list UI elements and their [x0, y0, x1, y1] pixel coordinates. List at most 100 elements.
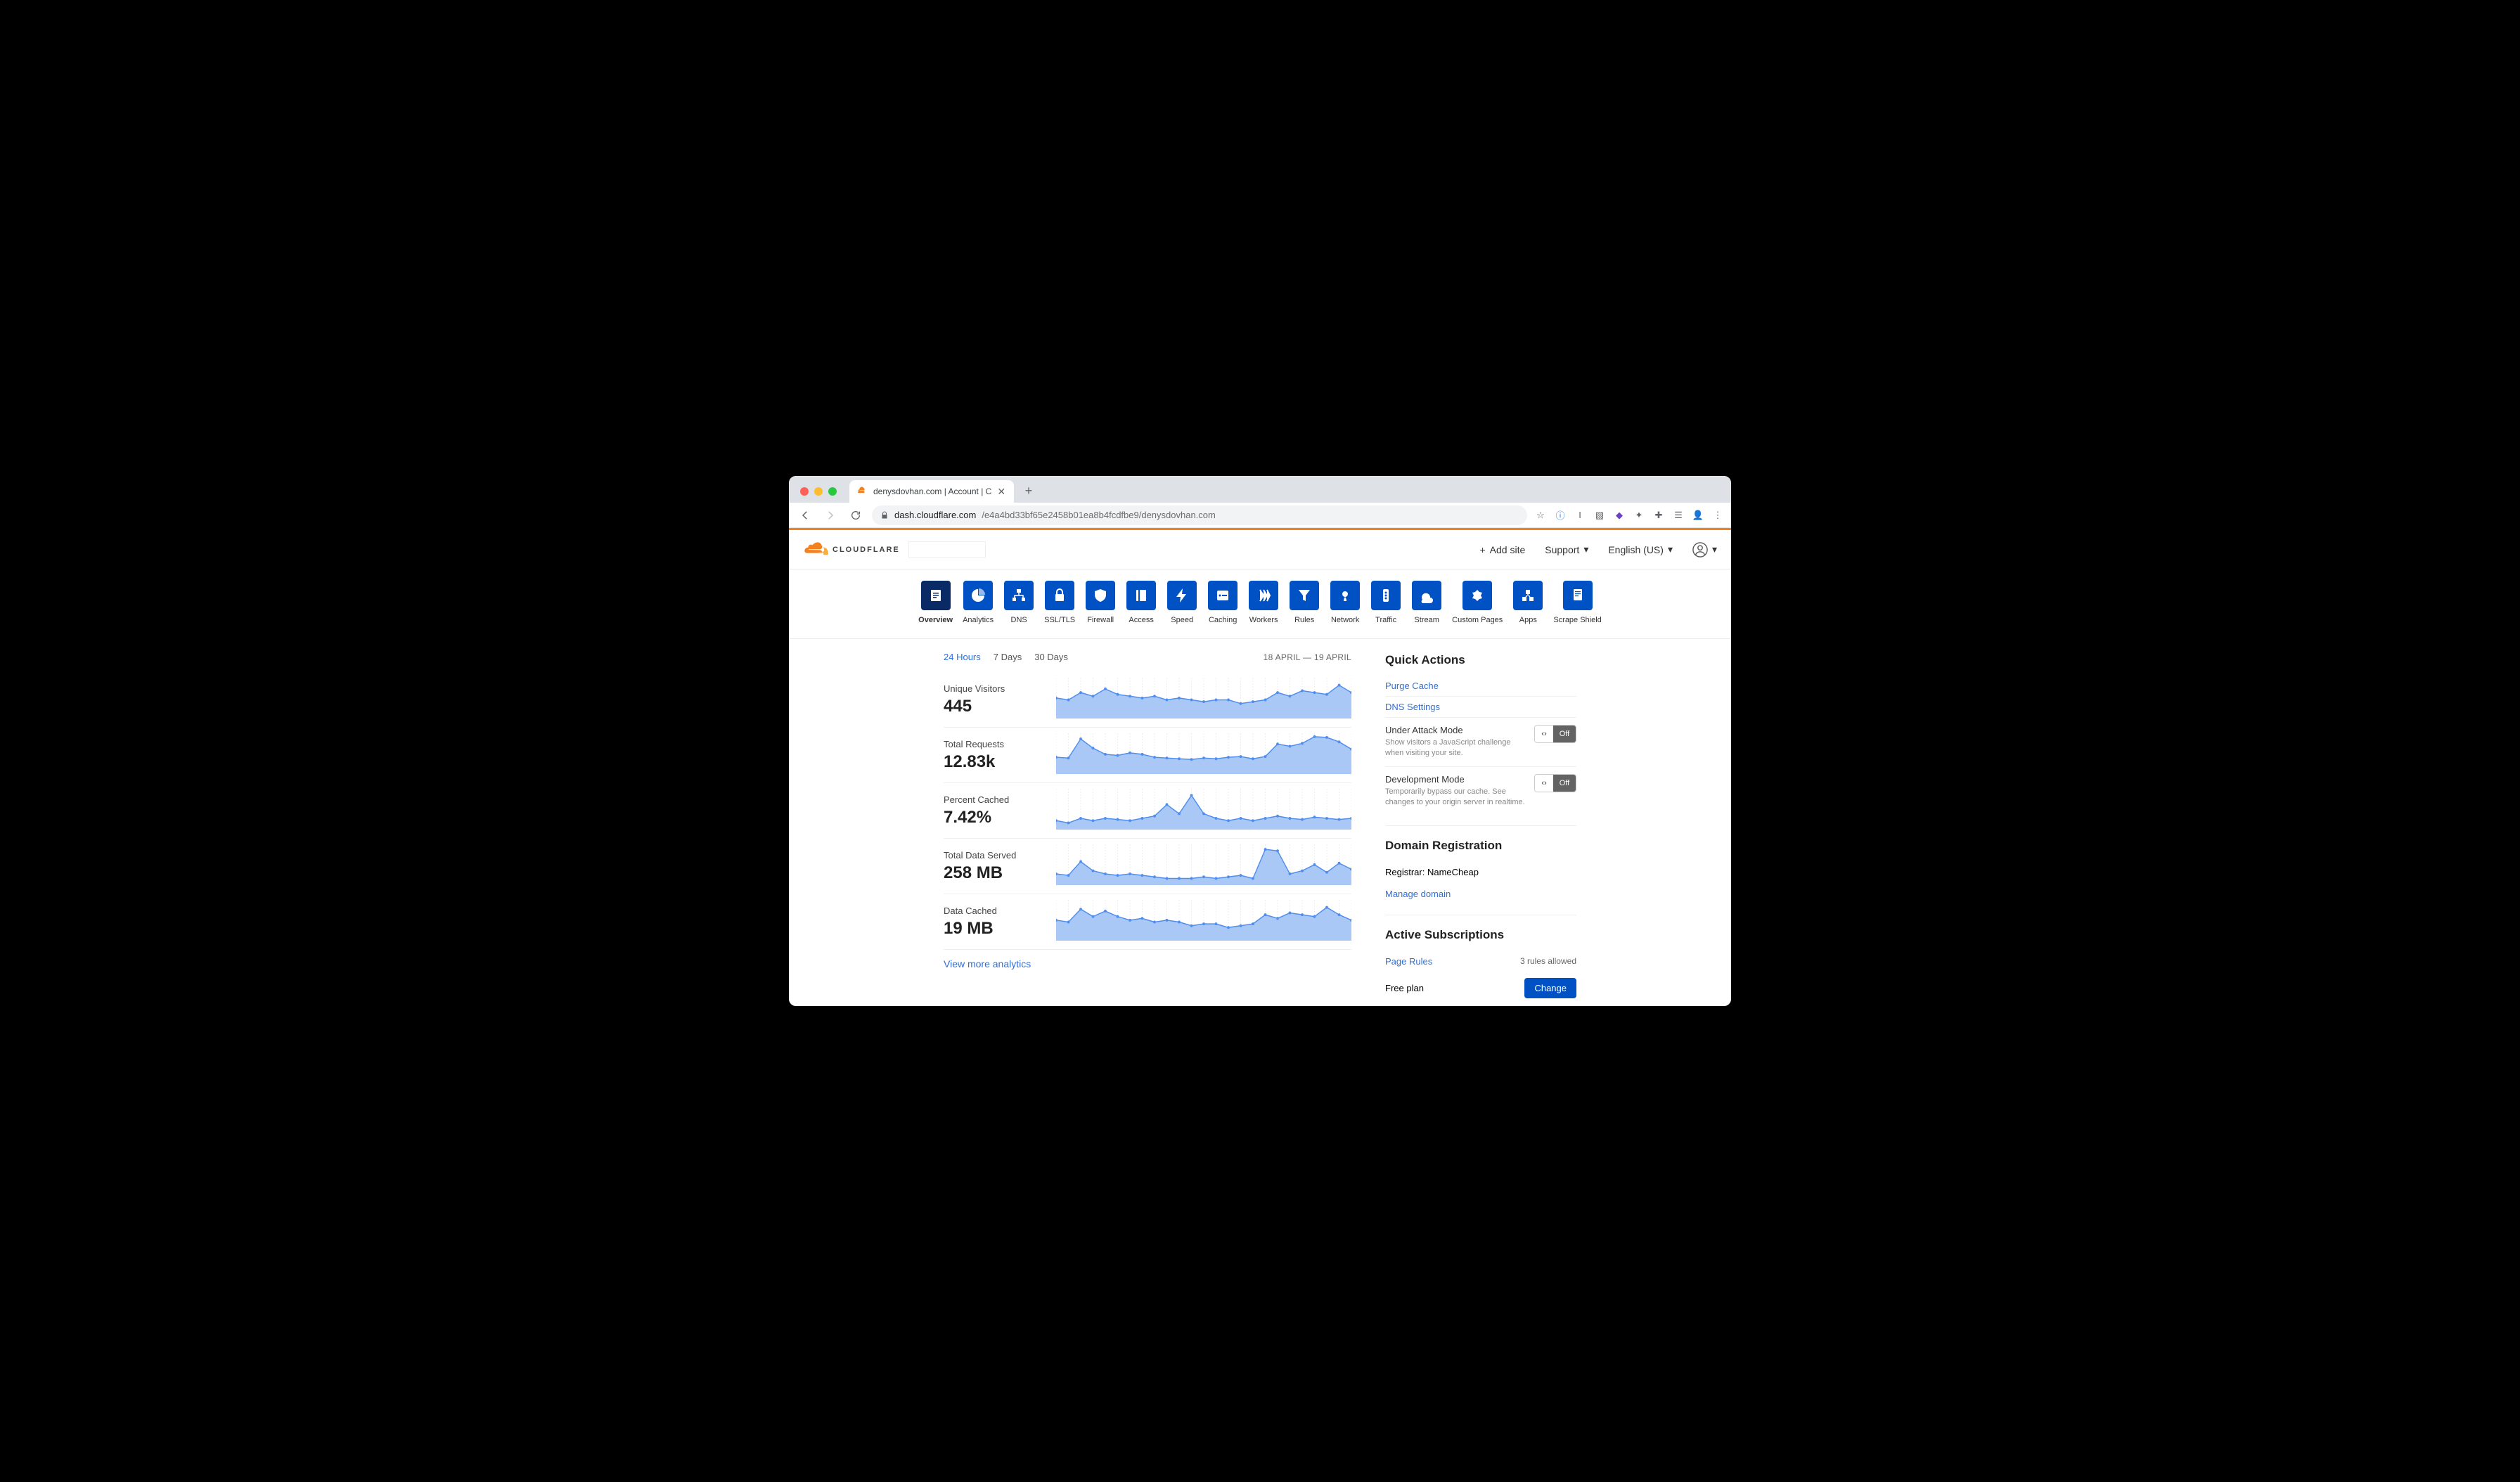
profile-avatar-icon[interactable]: 👤: [1692, 509, 1704, 522]
stat-value: 258 MB: [944, 863, 1049, 883]
ext-notion-icon[interactable]: ▧: [1593, 509, 1606, 522]
nav-tab-scrape-shield[interactable]: Scrape Shield: [1553, 581, 1602, 624]
extension-icons: ☆ ⓘ I ▧ ◆ ✦ ✚ ☰ 👤 ⋮: [1534, 509, 1724, 522]
nav-tab-speed[interactable]: Speed: [1166, 581, 1197, 624]
cloudflare-logo[interactable]: CLOUDFLARE: [803, 541, 900, 558]
nav-label: Analytics: [963, 616, 994, 624]
dev-mode-toggle[interactable]: ‹› Off: [1534, 774, 1576, 792]
close-tab-icon[interactable]: ✕: [997, 486, 1005, 498]
address-bar[interactable]: dash.cloudflare.com/e4a4bd33bf65e2458b01…: [872, 505, 1527, 525]
nav-label: Apps: [1519, 616, 1537, 624]
url-path: /e4a4bd33bf65e2458b01ea8b4fcdfbe9/denysd…: [982, 510, 1216, 520]
toggle-expand-icon: ‹›: [1535, 726, 1553, 742]
back-button[interactable]: [796, 506, 814, 524]
tab-title: denysdovhan.com | Account | C: [873, 487, 991, 496]
analytics-icon: [963, 581, 993, 610]
reading-list-icon[interactable]: ☰: [1672, 509, 1685, 522]
nav-label: Firewall: [1087, 616, 1114, 624]
stat-value: 445: [944, 697, 1049, 716]
site-selector[interactable]: [908, 541, 986, 558]
stat-value: 12.83k: [944, 752, 1049, 772]
language-menu[interactable]: English (US)▾: [1608, 543, 1673, 555]
dns-settings-link[interactable]: DNS Settings: [1385, 697, 1576, 718]
nav-label: Caching: [1209, 616, 1237, 624]
stat-label: Data Cached: [944, 906, 1049, 916]
extensions-puzzle-icon[interactable]: ✚: [1652, 509, 1665, 522]
sparkline-chart: [1056, 678, 1351, 719]
stat-label: Total Data Served: [944, 850, 1049, 861]
content-scroll[interactable]: 24 Hours 7 Days 30 Days 18 APRIL — 19 AP…: [789, 639, 1731, 1006]
nav-tab-stream[interactable]: Stream: [1411, 581, 1442, 624]
stat-label: Total Requests: [944, 739, 1049, 749]
sparkline-chart: [1056, 789, 1351, 830]
ext-purple-icon[interactable]: ◆: [1613, 509, 1626, 522]
nav-label: Overview: [918, 616, 953, 624]
rules-icon: [1290, 581, 1319, 610]
purge-cache-link[interactable]: Purge Cache: [1385, 676, 1576, 697]
new-tab-button[interactable]: +: [1018, 484, 1039, 503]
range-date-label: 18 APRIL — 19 APRIL: [1264, 652, 1351, 662]
manage-domain-link[interactable]: Manage domain: [1385, 889, 1451, 899]
nav-tab-network[interactable]: Network: [1330, 581, 1361, 624]
domain-registration-title: Domain Registration: [1385, 839, 1576, 853]
lock-icon: [880, 511, 889, 520]
nav-label: Rules: [1294, 616, 1314, 624]
browser-menu-icon[interactable]: ⋮: [1711, 509, 1724, 522]
apps-icon: [1513, 581, 1543, 610]
ext-tag-icon[interactable]: ✦: [1633, 509, 1645, 522]
page-rules-link[interactable]: Page Rules: [1385, 956, 1432, 967]
sparkline-chart: [1056, 733, 1351, 774]
account-menu[interactable]: ▾: [1692, 542, 1717, 558]
stat-value: 7.42%: [944, 808, 1049, 827]
chevron-down-icon: ▾: [1583, 543, 1588, 555]
nav-tab-overview[interactable]: Overview: [918, 581, 953, 624]
minimize-window-button[interactable]: [814, 487, 823, 496]
under-attack-toggle[interactable]: ‹› Off: [1534, 725, 1576, 743]
nav-tab-apps[interactable]: Apps: [1512, 581, 1543, 624]
nav-tab-custom-pages[interactable]: Custom Pages: [1452, 581, 1503, 624]
nav-tab-ssl[interactable]: SSL/TLS: [1044, 581, 1075, 624]
view-more-analytics-link[interactable]: View more analytics: [944, 958, 1351, 969]
nav-label: Scrape Shield: [1553, 616, 1602, 624]
under-attack-mode-row: Under Attack Mode Show visitors a JavaSc…: [1385, 718, 1576, 767]
range-7d[interactable]: 7 Days: [994, 652, 1022, 662]
chevron-down-icon: ▾: [1668, 543, 1673, 555]
range-30d[interactable]: 30 Days: [1034, 652, 1068, 662]
reload-button[interactable]: [847, 506, 865, 524]
ssl-icon: [1045, 581, 1074, 610]
browser-window: denysdovhan.com | Account | C ✕ + dash.c…: [789, 476, 1731, 1006]
nav-tab-dns[interactable]: DNS: [1003, 581, 1034, 624]
maximize-window-button[interactable]: [828, 487, 837, 496]
add-site-button[interactable]: +Add site: [1479, 544, 1525, 555]
network-icon: [1330, 581, 1360, 610]
ext-i-icon[interactable]: I: [1574, 509, 1586, 522]
support-menu[interactable]: Support▾: [1545, 543, 1588, 555]
nav-tab-rules[interactable]: Rules: [1289, 581, 1320, 624]
window-controls: [796, 487, 842, 503]
free-plan-label: Free plan: [1385, 983, 1424, 993]
nav-tabs: Overview Analytics DNS SSL/TLS Firewall Acces…: [789, 569, 1731, 639]
nav-tab-analytics[interactable]: Analytics: [963, 581, 994, 624]
close-window-button[interactable]: [800, 487, 809, 496]
nav-tab-firewall[interactable]: Firewall: [1085, 581, 1116, 624]
dns-icon: [1004, 581, 1034, 610]
logo-text: CLOUDFLARE: [832, 546, 900, 554]
nav-tab-caching[interactable]: Caching: [1207, 581, 1238, 624]
domain-registration-section: Domain Registration Registrar: NameCheap…: [1385, 839, 1576, 915]
toggle-expand-icon: ‹›: [1535, 775, 1553, 792]
forward-button[interactable]: [821, 506, 840, 524]
nav-tab-traffic[interactable]: Traffic: [1370, 581, 1401, 624]
nav-tab-workers[interactable]: Workers: [1248, 581, 1279, 624]
sparkline-chart: [1056, 900, 1351, 941]
nav-label: SSL/TLS: [1044, 616, 1075, 624]
nav-label: Access: [1129, 616, 1153, 624]
range-24h[interactable]: 24 Hours: [944, 652, 981, 662]
nav-tab-access[interactable]: Access: [1126, 581, 1157, 624]
browser-tab[interactable]: denysdovhan.com | Account | C ✕: [849, 480, 1014, 503]
custom-pages-icon: [1462, 581, 1492, 610]
stat-row: Data Cached 19 MB: [944, 894, 1351, 950]
change-plan-button[interactable]: Change: [1524, 978, 1576, 998]
dev-mode-row: Development Mode Temporarily bypass our …: [1385, 767, 1576, 816]
info-icon[interactable]: ⓘ: [1554, 509, 1567, 522]
star-icon[interactable]: ☆: [1534, 509, 1547, 522]
